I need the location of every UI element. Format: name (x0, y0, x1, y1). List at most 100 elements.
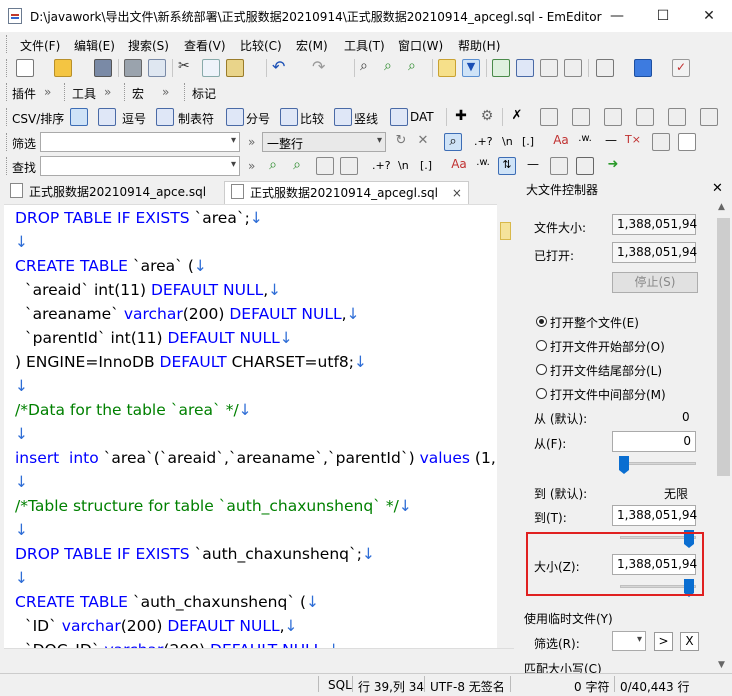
editor-horizontal-scrollbar[interactable] (4, 648, 514, 666)
new-file-icon[interactable] (16, 59, 34, 77)
wrap-icon[interactable] (516, 59, 534, 77)
from-input[interactable]: 0 (612, 431, 696, 452)
menu-search[interactable]: 搜索(S) (128, 37, 169, 54)
print-preview-icon[interactable] (148, 59, 166, 77)
tools-overflow[interactable]: » (104, 85, 111, 99)
find-line-icon[interactable]: — (524, 157, 542, 175)
regex-toggle[interactable]: .+? (474, 135, 493, 148)
paste-icon[interactable] (226, 59, 244, 77)
find-all-icon[interactable] (316, 157, 334, 175)
ruler-icon[interactable] (564, 59, 582, 77)
code-line[interactable]: CREATE TABLE `area` (↓ (15, 255, 207, 277)
open-whole-label[interactable]: 打开整个文件(E) (550, 314, 639, 331)
open-middle-radio[interactable] (536, 388, 547, 399)
menu-view[interactable]: 查看(V) (184, 37, 226, 54)
macros-overflow[interactable]: » (162, 85, 169, 99)
line-toggle-icon[interactable]: — (602, 133, 620, 151)
menu-edit[interactable]: 编辑(E) (74, 37, 115, 54)
dat-icon[interactable] (390, 108, 408, 126)
status-syntax[interactable]: SQL (328, 678, 352, 692)
panel-close-icon[interactable]: ✕ (712, 181, 723, 196)
tab-close-icon[interactable]: × (452, 186, 462, 200)
find-prev-icon-2[interactable]: ⌕ (264, 157, 282, 175)
csv-comma-button[interactable]: 逗号 (122, 110, 146, 127)
find-panel-icon[interactable] (576, 157, 594, 175)
print-icon[interactable] (124, 59, 142, 77)
clear-filter-icon[interactable]: ✕ (414, 133, 432, 151)
find-input[interactable]: ▾ (40, 156, 240, 176)
find-escape-toggle[interactable]: \n (398, 159, 409, 172)
code-line[interactable]: `areaname` varchar(200) DEFAULT NULL,↓ (15, 303, 360, 325)
bracket-toggle[interactable]: [.] (522, 135, 534, 148)
status-position[interactable]: 行 39,列 34 (358, 678, 424, 695)
menu-file[interactable]: 文件(F) (20, 37, 60, 54)
csv-sort-label[interactable]: CSV/排序 (12, 110, 64, 127)
save-icon[interactable] (94, 59, 112, 77)
find-next-icon-2[interactable]: ⌕ (288, 157, 306, 175)
csv-action-icon-6[interactable] (700, 108, 718, 126)
find-overflow[interactable]: » (248, 159, 255, 173)
tools-toolbar-label[interactable]: 工具 (72, 85, 96, 102)
use-temp-file-label[interactable]: 使用临时文件(Y) (524, 610, 613, 627)
columns-icon[interactable] (540, 59, 558, 77)
find-mark-icon[interactable] (550, 157, 568, 175)
undo-icon[interactable]: ↶ (272, 57, 290, 76)
csv-dat-button[interactable]: DAT (410, 110, 434, 124)
filter-clear-button[interactable]: X (680, 632, 699, 651)
code-line[interactable]: `parentId` int(11) DEFAULT NULL↓ (15, 327, 293, 349)
filter-input[interactable]: ▾ (40, 132, 240, 152)
csv-tab-button[interactable]: 制表符 (178, 110, 214, 127)
find-next-icon[interactable]: ⌕ (384, 58, 402, 76)
code-line[interactable]: insert into `area`(`areaid`,`areaname`,`… (15, 447, 497, 469)
code-line[interactable]: /*Table structure for table `auth_chaxun… (15, 495, 412, 517)
find-bracket-toggle[interactable]: [.] (420, 159, 432, 172)
code-line[interactable]: DROP TABLE IF EXISTS `auth_chaxunshenq`;… (15, 543, 375, 565)
find-case-icon[interactable]: Aa (450, 157, 468, 175)
code-line[interactable]: ↓ (15, 423, 28, 445)
menu-help[interactable]: 帮助(H) (458, 37, 500, 54)
editor-vertical-scrollbar[interactable] (497, 204, 514, 648)
macros-toolbar-label[interactable]: 宏 (132, 85, 144, 102)
code-line[interactable]: ) ENGINE=InnoDB DEFAULT CHARSET=utf8;↓ (15, 351, 367, 373)
editor-scroll-thumb[interactable] (500, 222, 511, 240)
bookmarks-toolbar-label[interactable]: 标记 (192, 85, 216, 102)
csv-compare-button[interactable]: 比较 (300, 110, 324, 127)
csv-action-icon-3[interactable] (604, 108, 622, 126)
csv-semicolon-button[interactable]: 分号 (246, 110, 270, 127)
minimize-button[interactable]: — (594, 0, 640, 32)
close-button[interactable]: ✕ (686, 0, 732, 32)
copy-icon[interactable] (202, 59, 220, 77)
code-line[interactable]: `ID` varchar(200) DEFAULT NULL,↓ (15, 615, 298, 637)
menu-window[interactable]: 窗口(W) (398, 37, 443, 54)
code-line[interactable]: ↓ (15, 375, 28, 397)
filter-icon[interactable]: ▼ (462, 59, 480, 77)
filter-overflow[interactable]: » (248, 135, 255, 149)
pipe-icon[interactable] (334, 108, 352, 126)
filter-search-icon[interactable]: ⌕ (444, 133, 462, 151)
gear-icon[interactable]: ⚙ (478, 108, 496, 126)
refresh-icon[interactable]: ↻ (392, 133, 410, 151)
open-middle-label[interactable]: 打开文件中间部分(M) (550, 386, 666, 403)
open-folder-icon[interactable] (54, 59, 72, 77)
code-line[interactable]: /*Data for the table `area` */↓ (15, 399, 252, 421)
csv-action-icon-2[interactable] (572, 108, 590, 126)
filter-r-select[interactable]: ▾ (612, 631, 646, 651)
code-line[interactable]: ↓ (15, 519, 28, 541)
code-line[interactable]: DROP TABLE IF EXISTS `area`;↓ (15, 207, 263, 229)
tab-apce[interactable]: 正式服数据20210914_apce.sql (4, 183, 212, 205)
find-copy-icon[interactable] (340, 157, 358, 175)
tools-icon[interactable]: ✗ (508, 108, 526, 126)
plugins-overflow[interactable]: » (44, 85, 51, 99)
code-line[interactable]: ↓ (15, 567, 28, 589)
menu-macro[interactable]: 宏(M) (296, 37, 328, 54)
open-end-radio[interactable] (536, 364, 547, 375)
find-go-icon[interactable]: ➜ (604, 157, 622, 175)
add-icon[interactable]: ✚ (452, 108, 470, 126)
panel-scroll-thumb[interactable] (717, 218, 730, 476)
find-word-icon[interactable]: .w. (474, 157, 492, 175)
from-slider-thumb[interactable] (619, 456, 629, 474)
find-regex-toggle[interactable]: .+? (372, 159, 391, 172)
find-wrap-icon[interactable]: ⇅ (498, 157, 516, 175)
csv-action-icon-1[interactable] (540, 108, 558, 126)
menu-tools[interactable]: 工具(T) (344, 37, 385, 54)
